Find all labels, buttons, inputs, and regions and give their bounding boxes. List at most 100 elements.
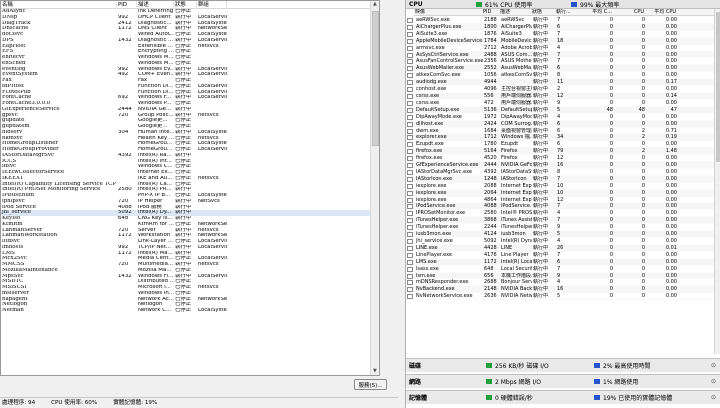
process-row[interactable]: atkexComSvc.exe 1056 atkexComSvc 執行中 8 0 0 0.00 — [406, 72, 714, 80]
pcol-threads[interactable]: 執行... — [555, 9, 585, 15]
process-checkbox[interactable] — [407, 66, 413, 72]
process-row[interactable]: Ezupdt.exe 1780 Ezupdt 執行中 6 0 0 0.00 — [406, 141, 714, 149]
pcol-desc[interactable]: 描述 — [499, 9, 531, 15]
process-row[interactable]: explorer.exe 1712 Windows 檔... 執行中 34 0 2 0.19 — [406, 134, 714, 142]
process-row[interactable]: iPodService.exe 4088 iPodService... 執行中 7 0 0 0… — [406, 203, 714, 211]
process-checkbox[interactable] — [407, 169, 413, 175]
process-row[interactable]: NvNetworkService.exe 2636 NVIDIA Netw...執行… — [406, 293, 714, 301]
process-row[interactable]: aeRWSvc.exe 2188 aeRWSvc 執行中 7 0 0 0.00 — [406, 17, 714, 24]
process-row[interactable]: LMS.exe 1172 Intel(R) Local...執行中 6 0 0 0.00 — [406, 258, 714, 266]
process-checkbox[interactable] — [407, 59, 413, 65]
process-checkbox[interactable] — [407, 176, 413, 182]
process-row[interactable]: firefox.exe 5164 Firefox 執行中 79 0 2 1.48 — [406, 148, 714, 156]
process-scrollbar[interactable] — [714, 9, 720, 354]
process-checkbox[interactable] — [407, 294, 413, 300]
process-row[interactable]: iexplore.exe 2064 Internet Expl...執行中 10 0 0 0… — [406, 189, 714, 197]
process-row[interactable]: LinePlayer.exe 4176 Line Player 執行中 7 0 0 0.00 — [406, 252, 714, 259]
process-checkbox[interactable] — [407, 266, 413, 272]
process-row[interactable]: iusb3mon.exe 4124 iusb3mon 執行中 5 0 0 0.00 — [406, 231, 714, 238]
process-row[interactable]: AiChargerPlus.exe 1800 AiChargerPlus...執行中… — [406, 23, 714, 31]
process-row[interactable]: csrss.exe 556 用戶端伺服器...執行中 12 0 0 0.14 — [406, 92, 714, 100]
process-checkbox[interactable] — [407, 87, 413, 93]
process-checkbox[interactable] — [407, 273, 413, 279]
process-checkbox[interactable] — [407, 239, 413, 244]
process-checkbox[interactable] — [407, 38, 413, 44]
col-group[interactable]: 群組 — [197, 1, 227, 8]
process-row[interactable]: NvBackend.exe 2148 NVIDIA Back...執行中 16 0 0 0.… — [406, 286, 714, 294]
scroll-up-icon[interactable]: ▲ — [373, 1, 377, 7]
process-row[interactable]: lsm.exe 656 本機工作階段...執行中 9 0 0 0.00 — [406, 272, 714, 280]
process-row[interactable]: dllhost.exe 2424 COM Surrog...執行中 6 0 0 0.00 — [406, 120, 714, 128]
process-row[interactable]: AsusFanControlService.exe2356 ASUS Mothe.… — [406, 58, 714, 66]
process-checkbox[interactable] — [407, 128, 413, 134]
process-checkbox[interactable] — [407, 156, 413, 162]
col-desc[interactable]: 描述 — [137, 1, 174, 8]
process-checkbox[interactable] — [407, 245, 413, 251]
process-checkbox[interactable] — [407, 190, 413, 196]
process-checkbox[interactable] — [407, 197, 413, 203]
pcol-pid[interactable]: PID — [482, 9, 499, 15]
pcol-cpu[interactable]: CPU — [616, 9, 648, 15]
process-checkbox[interactable] — [407, 225, 413, 231]
process-checkbox[interactable] — [407, 100, 413, 106]
process-row[interactable]: GfExperienceService.exe 2444 NVIDIA GeFo..… — [406, 162, 714, 169]
col-status[interactable]: 狀態 — [174, 1, 197, 8]
process-row[interactable]: lsass.exe 648 Local Securit...執行中 7 0 0 0.00 — [406, 266, 714, 273]
process-row[interactable]: iTunesHelper.exe 2244 iTunesHelper 執行中 9 0 0 0.… — [406, 224, 714, 232]
process-checkbox[interactable] — [407, 114, 413, 120]
process-checkbox[interactable] — [407, 287, 413, 293]
pcol-avgc[interactable]: 平均 C... — [585, 9, 616, 15]
process-row[interactable]: IAStorDataMgrSvc.exe 4392 IAStorDataSvc執行中… — [406, 169, 714, 176]
process-checkbox[interactable] — [407, 31, 413, 37]
services-button[interactable]: 服務(S)... — [354, 379, 387, 390]
process-checkbox[interactable] — [407, 73, 413, 79]
process-checkbox[interactable] — [407, 183, 413, 189]
chevron-down-icon[interactable]: ⊙ — [711, 362, 716, 369]
process-row[interactable]: DipAwayMode.exe 1972 DipAwayMode執行中 4 0 0 0.00 — [406, 114, 714, 121]
process-row[interactable]: IAStorIcon.exe 1248 IAStorIcon 執行中 7 0 0 0.00 — [406, 175, 714, 183]
process-row[interactable]: DefaultSetup.exe 5136 DefaultSetup 執行中 5 48 48… — [406, 106, 714, 114]
process-row[interactable]: iTunesHelper.exe 3868 iTunes Assist...執行中 7… — [406, 217, 714, 225]
network-section-header[interactable]: 網路 2 Mbps 網路 I/O 1% 網路使用 ⊙ — [406, 374, 720, 388]
process-checkbox[interactable] — [407, 149, 413, 155]
process-checkbox[interactable] — [407, 45, 413, 51]
process-row[interactable]: AppleMobileDeviceService.exe1784 MobileDe… — [406, 37, 714, 45]
disk-section-header[interactable]: 磁碟 256 KB/秒 磁碟 I/O 2% 最高使用時間 ⊙ — [406, 358, 720, 372]
process-checkbox[interactable] — [407, 18, 413, 23]
services-list[interactable]: 名稱 PID 描述 狀態 群組 AdAsyncInk Deferring...已… — [0, 0, 380, 376]
process-row[interactable]: IPROSetMonitor.exe 2580 Intel® PROS...執行中 4… — [406, 210, 714, 218]
process-checkbox[interactable] — [407, 163, 413, 169]
col-name[interactable]: 名稱 — [1, 1, 117, 8]
process-checkbox[interactable] — [407, 107, 413, 113]
process-row[interactable]: firefox.exe 4520 Firefox 執行中 12 0 0 0.00 — [406, 155, 714, 163]
process-checkbox[interactable] — [407, 24, 413, 30]
pcol-status[interactable]: 狀態 — [531, 9, 555, 15]
scroll-thumb[interactable] — [372, 11, 379, 146]
process-checkbox[interactable] — [407, 135, 413, 141]
process-row[interactable]: conhost.exe 4096 主控台視窗主機執行中 2 0 0 0.00 — [406, 86, 714, 93]
scroll-down-icon[interactable]: ▼ — [373, 368, 377, 374]
process-row[interactable]: LINE.exe 4428 LINE 執行中 26 0 0 0.01 — [406, 244, 714, 252]
process-row[interactable]: audiodg.exe 4944 執行中 11 0 0 0.17 — [406, 79, 714, 87]
process-row[interactable]: iexplore.exe 4864 Internet Expl...執行中 12 0 0 0… — [406, 197, 714, 204]
process-row[interactable]: AsusWebMailer.exe 2552 AsusWebMa...執行中 6 0 0 0… — [406, 65, 714, 73]
process-row[interactable]: mDNSResponder.exe 2688 Bonjour Serv...執行中 4… — [406, 279, 714, 287]
process-row[interactable]: AsSysCtrlService.exe 2488 ASUS Com... 執行中 7 0… — [406, 51, 714, 59]
process-row[interactable]: armsvc.exe 2712 Adobe Acrob...執行中 4 0 0 0.00 — [406, 45, 714, 52]
pcol-image[interactable]: 映像 — [414, 9, 482, 15]
memory-section-header[interactable]: 記憶體 0 硬體錯誤/秒 19% 已使用的實體記憶體 ⊙ — [406, 390, 720, 404]
col-pid[interactable]: PID — [117, 1, 137, 8]
process-checkbox[interactable] — [407, 80, 413, 86]
process-checkbox[interactable] — [407, 280, 413, 286]
chevron-down-icon[interactable]: ⊙ — [711, 394, 716, 401]
pcol-avgcpu[interactable]: 平均 CPU — [648, 9, 680, 15]
process-checkbox[interactable] — [407, 93, 413, 99]
chevron-down-icon[interactable]: ⊙ — [711, 378, 716, 385]
process-checkbox[interactable] — [407, 259, 413, 265]
process-checkbox[interactable] — [407, 121, 413, 127]
process-checkbox[interactable] — [407, 218, 413, 224]
process-checkbox[interactable] — [407, 52, 413, 58]
cpu-section-header[interactable]: CPU 61% CPU 使用率 99% 最大頻率 — [406, 0, 720, 9]
process-row[interactable]: AiSuite3.exe 1876 AiSuite3 執行中 7 0 0 0.00 — [406, 31, 714, 38]
process-row[interactable]: jhi_service.exe 5092 Intel(R) Dyna...執行中 4 0… — [406, 238, 714, 245]
